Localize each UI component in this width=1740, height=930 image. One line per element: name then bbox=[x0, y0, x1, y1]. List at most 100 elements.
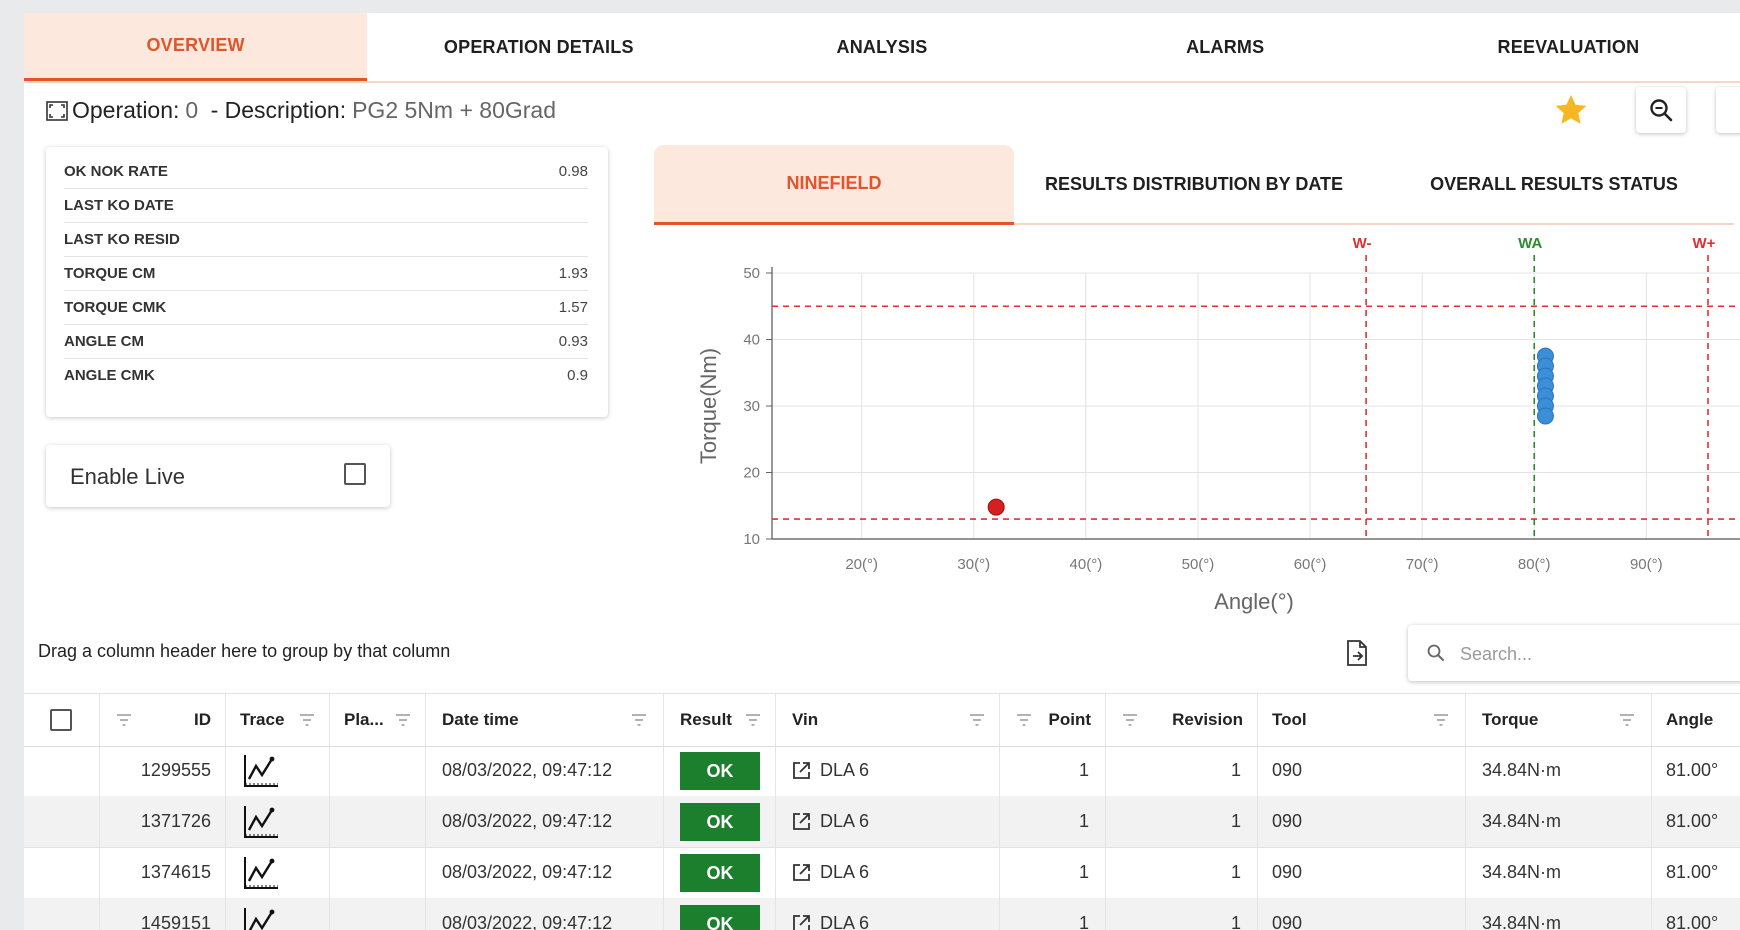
row-tool: 090 bbox=[1272, 862, 1303, 882]
filter-icon[interactable] bbox=[1016, 713, 1032, 727]
column-label: Pla... bbox=[344, 710, 384, 729]
stat-label: OK NOK RATE bbox=[64, 163, 168, 180]
column-header-point[interactable]: Point bbox=[1000, 694, 1106, 746]
row-angle: 81.00° bbox=[1666, 811, 1719, 831]
column-label: Tool bbox=[1272, 710, 1307, 729]
row-angle: 81.00° bbox=[1666, 862, 1719, 882]
data-point bbox=[1536, 407, 1554, 425]
export-icon[interactable] bbox=[1344, 639, 1370, 667]
toolbar-button[interactable] bbox=[1716, 87, 1740, 133]
result-cell: OK bbox=[664, 745, 776, 796]
date-cell: 08/03/2022, 09:47:12 bbox=[426, 898, 664, 930]
result-badge: OK bbox=[680, 905, 760, 930]
result-badge: OK bbox=[680, 803, 760, 841]
data-point bbox=[987, 498, 1005, 516]
row-id: 1459151 bbox=[140, 913, 211, 930]
row-tool: 090 bbox=[1272, 811, 1303, 831]
column-header-result[interactable]: Result bbox=[664, 694, 776, 746]
filter-icon[interactable] bbox=[299, 713, 315, 727]
tab-overview[interactable]: OVERVIEW bbox=[24, 13, 368, 81]
chart-tabs: NINEFIELD RESULTS DISTRIBUTION BY DATE O… bbox=[654, 145, 1740, 225]
tab-reevaluation[interactable]: REEVALUATION bbox=[1397, 13, 1740, 81]
column-header-tool[interactable]: Tool bbox=[1258, 694, 1466, 746]
table-row[interactable]: 1299555 08/03/2022, 09:47:12 OK DLA 6 1 … bbox=[24, 745, 1740, 797]
star-icon[interactable] bbox=[1552, 91, 1590, 129]
column-label: Angle bbox=[1666, 710, 1714, 729]
column-header-trace[interactable]: Trace bbox=[226, 694, 330, 746]
stat-value: 0.9 bbox=[567, 367, 588, 384]
tab-operation-details[interactable]: OPERATION DETAILS bbox=[367, 13, 710, 81]
select-all-checkbox[interactable] bbox=[50, 709, 72, 731]
tab-overall-results[interactable]: OVERALL RESULTS STATUS bbox=[1374, 145, 1734, 225]
result-cell: OK bbox=[664, 847, 776, 898]
result-badge: OK bbox=[680, 752, 760, 790]
select-cell bbox=[24, 898, 100, 930]
stat-label: TORQUE CM bbox=[64, 265, 156, 282]
external-link-icon[interactable] bbox=[792, 812, 811, 831]
y-tick-label: 30 bbox=[743, 398, 760, 415]
column-header-id[interactable]: ID bbox=[100, 694, 226, 746]
vin-cell: DLA 6 bbox=[776, 898, 1000, 930]
angle-cell: 81.00° bbox=[1652, 898, 1740, 930]
column-header-plant[interactable]: Pla... bbox=[330, 694, 426, 746]
zoom-button[interactable] bbox=[1636, 87, 1686, 133]
filter-icon[interactable] bbox=[116, 713, 132, 727]
stat-label: ANGLE CM bbox=[64, 333, 144, 350]
filter-icon[interactable] bbox=[631, 713, 647, 727]
trace-icon[interactable] bbox=[242, 906, 280, 930]
x-tick-label: 50(°) bbox=[1182, 556, 1215, 573]
x-axis-label: Angle(°) bbox=[1214, 589, 1294, 614]
filter-icon[interactable] bbox=[395, 713, 411, 727]
filter-icon[interactable] bbox=[969, 713, 985, 727]
column-header-angle[interactable]: Angle bbox=[1652, 694, 1740, 746]
ninefield-chart: 20(°) 30(°) 40(°) 50(°) 60(°) 70(°) 80(°) 90(°)… bbox=[696, 235, 1740, 614]
stat-value: 1.57 bbox=[558, 299, 588, 316]
enable-live-label: Enable Live bbox=[70, 464, 185, 489]
column-header-vin[interactable]: Vin bbox=[776, 694, 1000, 746]
tab-ninefield[interactable]: NINEFIELD bbox=[654, 145, 1014, 225]
external-link-icon[interactable] bbox=[792, 761, 811, 780]
row-point: 1 bbox=[1078, 862, 1089, 882]
point-cell: 1 bbox=[1000, 745, 1106, 796]
external-link-icon[interactable] bbox=[792, 863, 811, 882]
filter-icon[interactable] bbox=[1619, 713, 1635, 727]
revision-cell: 1 bbox=[1106, 847, 1258, 898]
row-torque: 34.84N·m bbox=[1482, 811, 1562, 831]
operation-value: 0 bbox=[185, 97, 199, 123]
tool-cell: 090 bbox=[1258, 796, 1466, 847]
tab-results-distribution[interactable]: RESULTS DISTRIBUTION BY DATE bbox=[1014, 145, 1374, 225]
filter-icon[interactable] bbox=[1433, 713, 1449, 727]
grid-header: ID Trace Pla... Date time Result Vin Poi… bbox=[24, 693, 1740, 747]
y-tick-label: 40 bbox=[743, 332, 760, 349]
torque-cell: 34.84N·m bbox=[1466, 745, 1652, 796]
x-tick-label: 70(°) bbox=[1406, 556, 1439, 573]
stat-row: LAST KO RESID bbox=[64, 223, 588, 257]
column-header-date-time[interactable]: Date time bbox=[426, 694, 664, 746]
table-row[interactable]: 1371726 08/03/2022, 09:47:12 OK DLA 6 1 … bbox=[24, 796, 1740, 848]
row-date: 08/03/2022, 09:47:12 bbox=[442, 811, 613, 831]
trace-icon[interactable] bbox=[242, 753, 280, 789]
y-tick-label: 20 bbox=[743, 465, 760, 482]
tab-alarms[interactable]: ALARMS bbox=[1054, 13, 1397, 81]
external-link-icon[interactable] bbox=[792, 914, 811, 930]
filter-icon[interactable] bbox=[1122, 713, 1138, 727]
main-tabs: OVERVIEW OPERATION DETAILS ANALYSIS ALAR… bbox=[24, 13, 1740, 83]
stat-row: LAST KO DATE bbox=[64, 189, 588, 223]
select-cell bbox=[24, 796, 100, 847]
limit-line-label: W+ bbox=[1693, 235, 1716, 252]
table-row[interactable]: 1459151 08/03/2022, 09:47:12 OK DLA 6 1 … bbox=[24, 898, 1740, 930]
trace-cell bbox=[226, 847, 330, 898]
column-header-revision[interactable]: Revision bbox=[1106, 694, 1258, 746]
search-input[interactable] bbox=[1458, 639, 1740, 669]
enable-live-checkbox[interactable] bbox=[344, 463, 366, 485]
trace-icon[interactable] bbox=[242, 855, 280, 891]
y-tick-label: 10 bbox=[743, 531, 760, 548]
revision-cell: 1 bbox=[1106, 796, 1258, 847]
row-torque: 34.84N·m bbox=[1482, 862, 1562, 882]
column-header-torque[interactable]: Torque bbox=[1466, 694, 1652, 746]
stat-row: OK NOK RATE 0.98 bbox=[64, 155, 588, 189]
tab-analysis[interactable]: ANALYSIS bbox=[710, 13, 1053, 81]
trace-icon[interactable] bbox=[242, 804, 280, 840]
table-row[interactable]: 1374615 08/03/2022, 09:47:12 OK DLA 6 1 … bbox=[24, 847, 1740, 899]
filter-icon[interactable] bbox=[745, 713, 761, 727]
